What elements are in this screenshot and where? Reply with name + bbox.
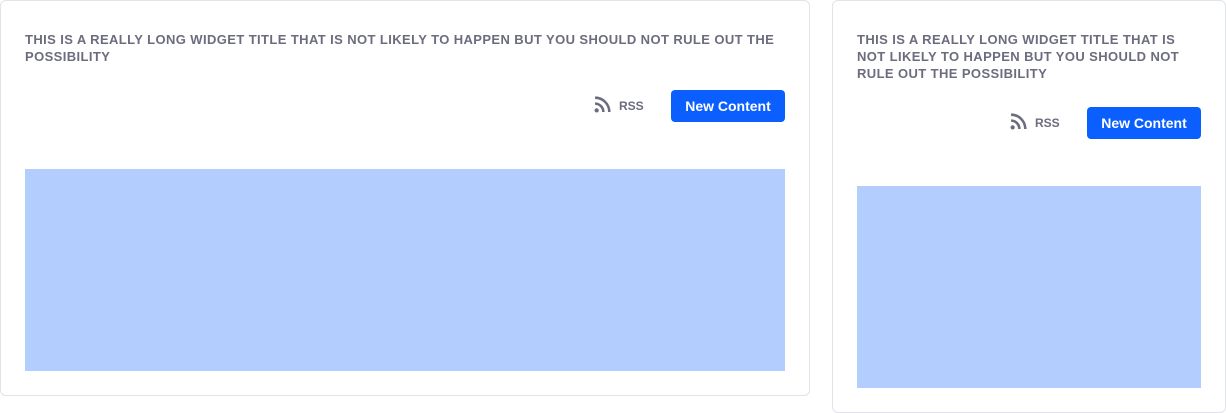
content-placeholder: [25, 169, 785, 371]
rss-link[interactable]: RSS: [1010, 107, 1060, 139]
rss-icon: [594, 96, 619, 116]
rss-label: RSS: [619, 99, 644, 113]
new-content-button[interactable]: New Content: [1087, 107, 1201, 139]
rss-link[interactable]: RSS: [594, 90, 644, 122]
content-placeholder: [857, 186, 1201, 388]
rss-icon: [1010, 113, 1035, 133]
widget-card-wide: THIS IS A REALLY LONG WIDGET TITLE THAT …: [0, 0, 810, 396]
rss-label: RSS: [1035, 116, 1060, 130]
new-content-button[interactable]: New Content: [671, 90, 785, 122]
widget-title: THIS IS A REALLY LONG WIDGET TITLE THAT …: [25, 32, 775, 64]
widget-card-narrow: THIS IS A REALLY LONG WIDGET TITLE THAT …: [832, 0, 1226, 413]
widget-title: THIS IS A REALLY LONG WIDGET TITLE THAT …: [857, 32, 1180, 81]
